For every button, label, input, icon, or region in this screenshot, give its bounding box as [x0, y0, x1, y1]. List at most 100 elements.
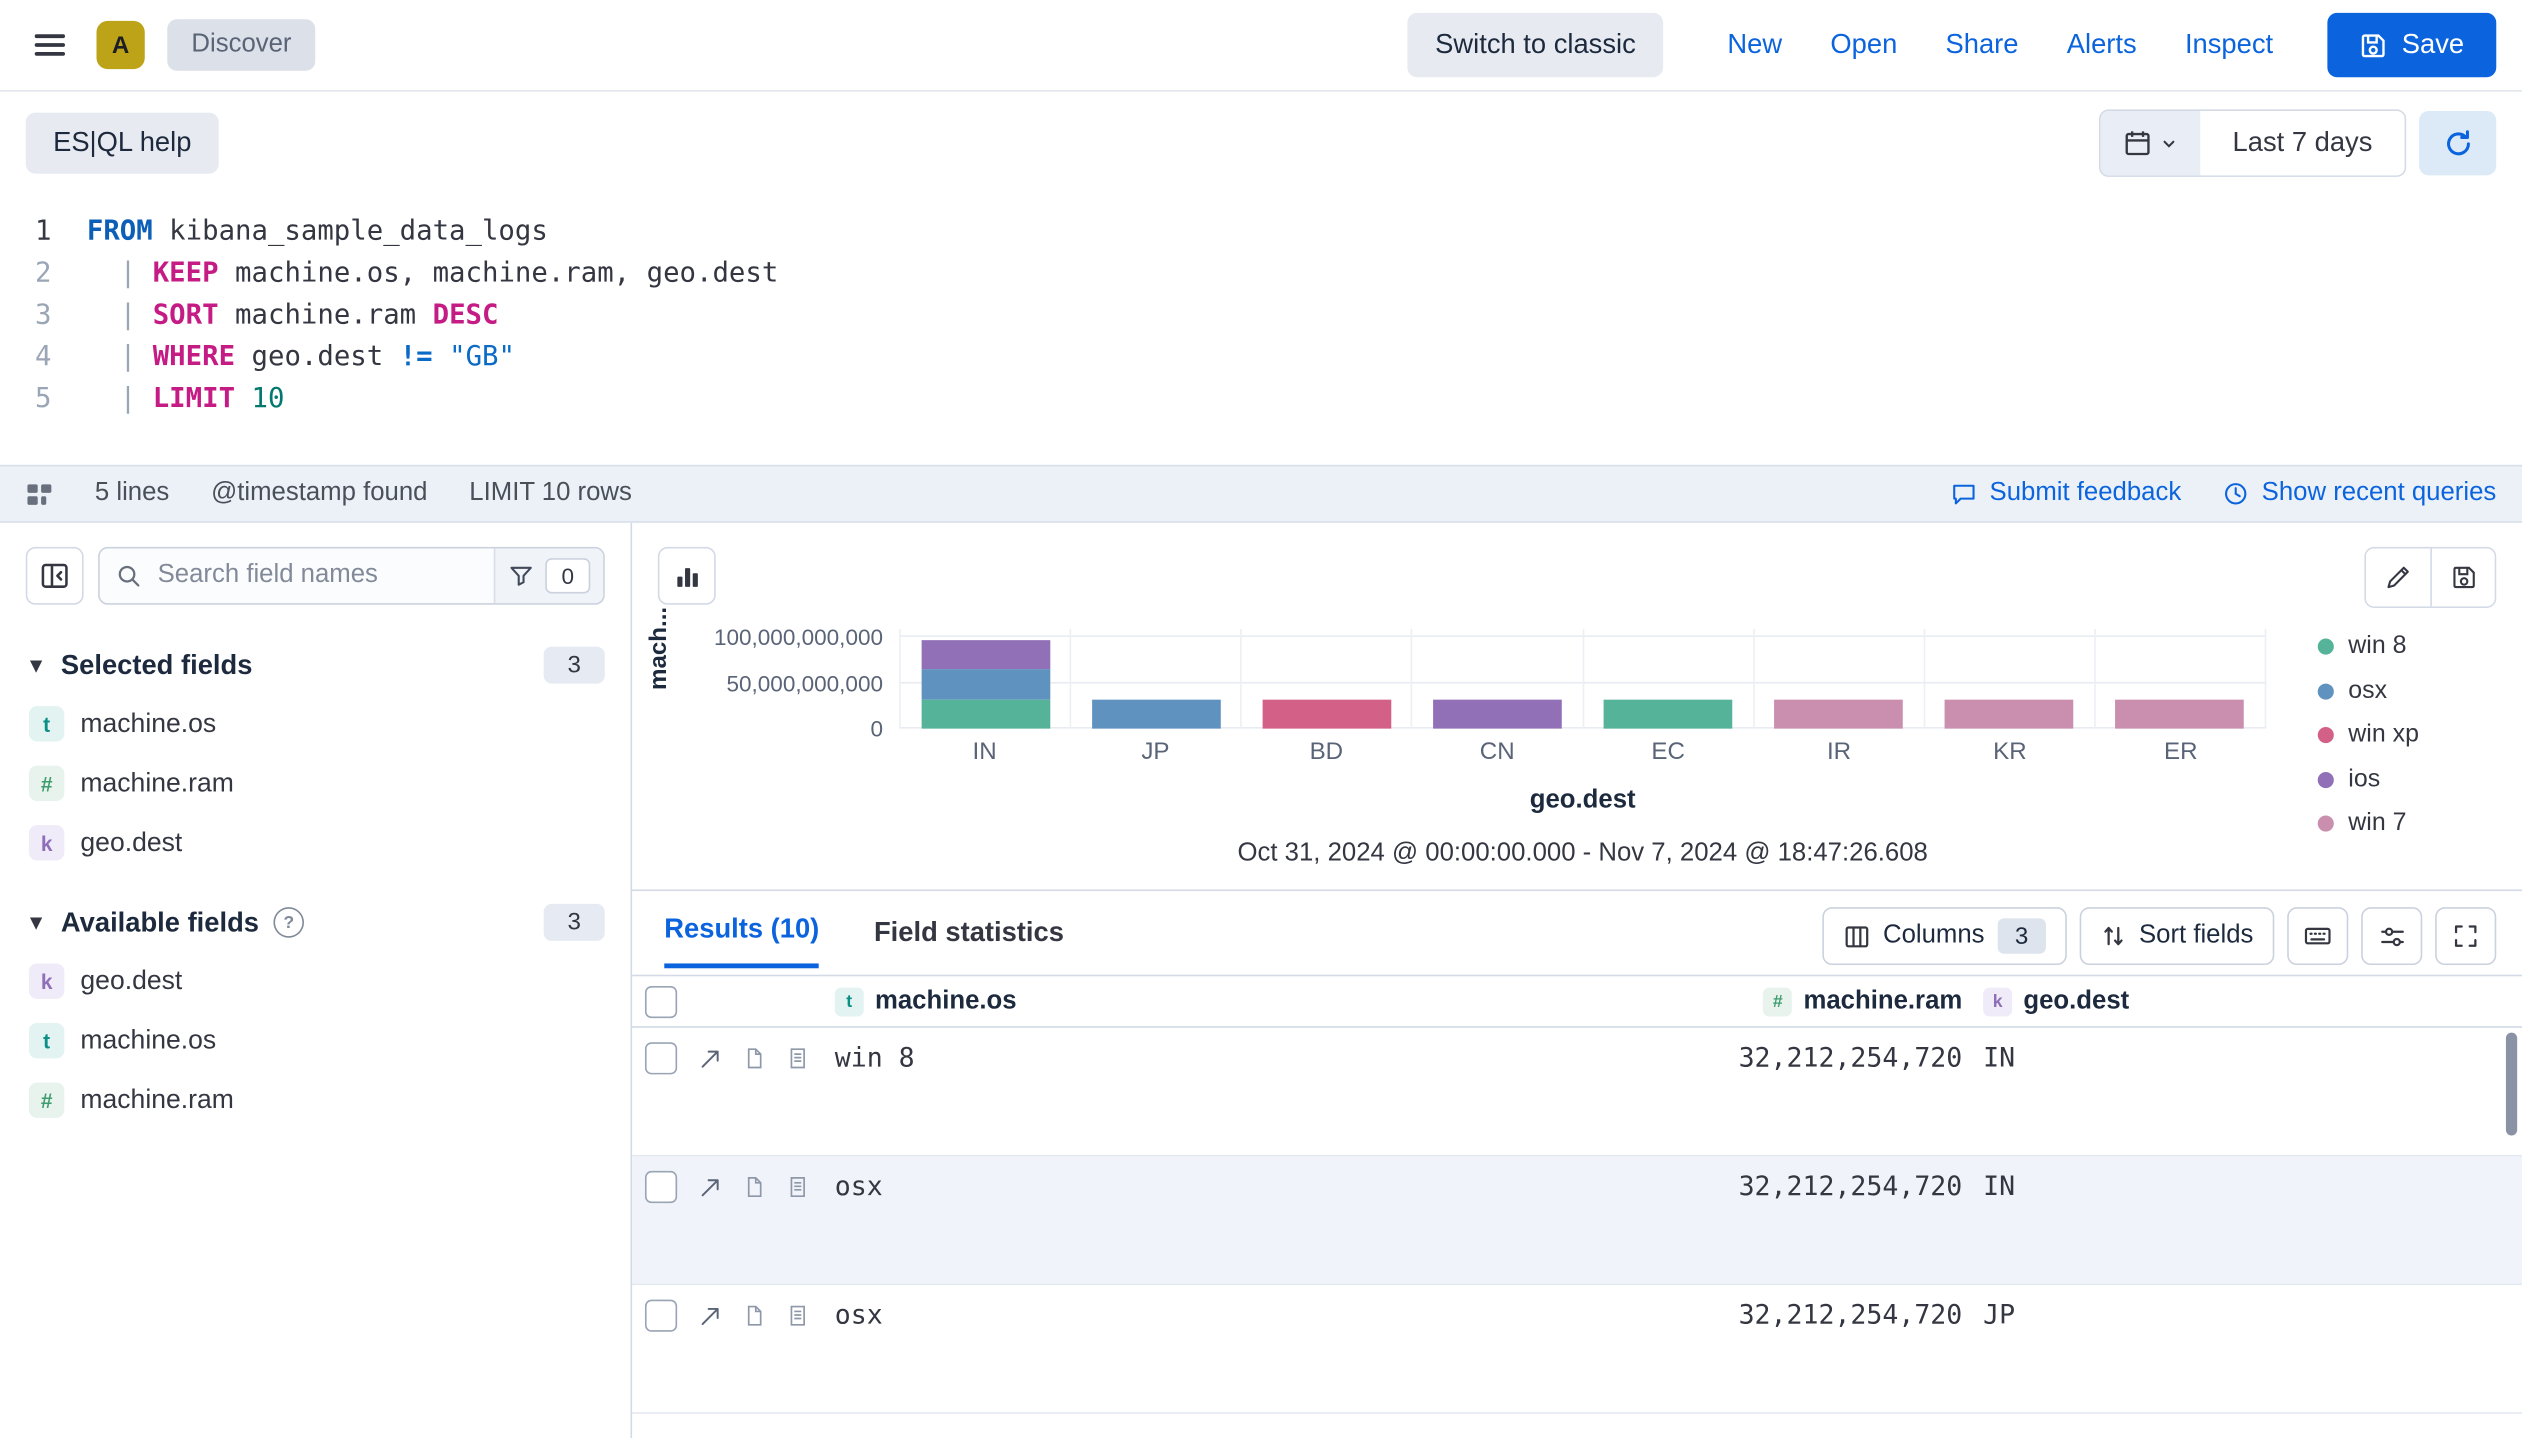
doc-view-icon[interactable]	[787, 1304, 810, 1327]
y-axis-title: mach...	[642, 629, 687, 869]
line-number: 2	[0, 253, 87, 295]
bar-segment-win-8[interactable]	[1604, 699, 1733, 729]
bar-CN[interactable]	[1433, 699, 1562, 729]
avatar[interactable]: A	[97, 21, 145, 69]
doc-view-icon[interactable]	[787, 1047, 810, 1070]
selected-fields-header[interactable]: ▼ Selected fields 3	[26, 647, 605, 684]
doc-inspect-icon[interactable]	[743, 1047, 766, 1070]
filter-count-badge: 0	[545, 558, 590, 593]
tab-results[interactable]: Results (10)	[664, 914, 819, 969]
code-keyword: KEEP	[153, 253, 219, 295]
search-field-names-input[interactable]	[154, 560, 493, 592]
doc-inspect-icon[interactable]	[743, 1176, 766, 1199]
table-header-row: t machine.os # machine.ram k geo.dest	[632, 975, 2522, 1028]
bar-segment-ios[interactable]	[921, 640, 1050, 670]
code-pipe: |	[87, 378, 153, 420]
new-link[interactable]: New	[1727, 29, 1782, 61]
alerts-link[interactable]: Alerts	[2067, 29, 2137, 61]
bar-ER[interactable]	[2116, 699, 2245, 729]
column-header-machine-ram[interactable]: machine.ram	[1803, 987, 1962, 1016]
columns-button[interactable]: Columns 3	[1822, 907, 2067, 965]
y-axis-title-text: mach...	[645, 607, 672, 690]
collapse-sidebar-button[interactable]	[26, 547, 84, 605]
bar-segment-win-xp[interactable]	[1262, 699, 1391, 729]
field-item-machine-ram[interactable]: # machine.ram	[26, 1081, 605, 1120]
doc-inspect-icon[interactable]	[743, 1304, 766, 1327]
select-all-checkbox[interactable]	[645, 985, 677, 1017]
share-link[interactable]: Share	[1946, 29, 2019, 61]
switch-to-classic-button[interactable]: Switch to classic	[1408, 13, 1663, 77]
edit-visualization-button[interactable]	[2366, 548, 2430, 606]
save-visualization-button[interactable]	[2430, 548, 2494, 606]
esql-editor[interactable]: 1FROM kibana_sample_data_logs 2 | KEEP m…	[0, 195, 2522, 465]
field-item-machine-ram[interactable]: # machine.ram	[26, 764, 605, 803]
expand-row-icon[interactable]	[698, 1046, 722, 1070]
column-header-geo-dest[interactable]: geo.dest	[2023, 987, 2129, 1016]
column-header-machine-os[interactable]: machine.os	[875, 987, 1017, 1016]
help-icon[interactable]: ?	[273, 907, 304, 938]
doc-view-icon[interactable]	[787, 1176, 810, 1199]
refresh-button[interactable]	[2419, 111, 2496, 175]
tab-field-statistics[interactable]: Field statistics	[874, 916, 1064, 966]
open-link[interactable]: Open	[1830, 29, 1897, 61]
field-item-geo-dest[interactable]: k geo.dest	[26, 824, 605, 863]
legend-item-osx[interactable]: osx ⋮	[2318, 676, 2522, 705]
columns-count-badge: 3	[1997, 918, 2045, 953]
date-picker-calendar-button[interactable]	[2101, 111, 2201, 175]
legend-label: win 7	[2348, 809, 2406, 838]
chart-x-labels: INJPBDCNECIRKRER	[899, 738, 2266, 765]
bar-KR[interactable]	[1945, 699, 2074, 729]
fullscreen-button[interactable]	[2435, 907, 2496, 965]
submit-feedback-link[interactable]: Submit feedback	[1951, 479, 2181, 508]
bar-segment-win-7[interactable]	[1945, 699, 2074, 729]
bar-IN[interactable]	[921, 640, 1050, 729]
cell-geo-dest: IN	[1983, 1042, 2015, 1073]
legend-item-win8[interactable]: win 8 ⋮	[2318, 632, 2522, 661]
legend-label: win xp	[2348, 721, 2419, 750]
bar-BD[interactable]	[1262, 699, 1391, 729]
row-checkbox[interactable]	[645, 1171, 677, 1203]
inspect-link[interactable]: Inspect	[2185, 29, 2273, 61]
collapse-panel-icon	[40, 561, 69, 590]
legend-item-ios[interactable]: ios ⋮	[2318, 765, 2522, 794]
header-actions: Switch to classic New Open Share Alerts …	[1408, 13, 2496, 77]
number-field-icon: #	[29, 766, 64, 801]
bar-segment-osx[interactable]	[1092, 699, 1221, 729]
code-text: machine.ram	[219, 294, 433, 336]
chart-type-button[interactable]	[658, 547, 716, 605]
vertical-scrollbar[interactable]	[2506, 1033, 2517, 1136]
save-button[interactable]: Save	[2328, 13, 2496, 77]
x-axis-tick-label: KR	[1924, 738, 2095, 765]
row-checkbox[interactable]	[645, 1300, 677, 1332]
bar-segment-ios[interactable]	[1433, 699, 1562, 729]
legend-item-winxp[interactable]: win xp ⋮	[2318, 721, 2522, 750]
display-options-button[interactable]	[2361, 907, 2422, 965]
bar-IR[interactable]	[1774, 699, 1903, 729]
legend-item-win7[interactable]: win 7 ⋮	[2318, 809, 2522, 838]
code-keyword: FROM	[87, 211, 153, 253]
field-item-machine-os[interactable]: t machine.os	[26, 1021, 605, 1060]
field-item-machine-os[interactable]: t machine.os	[26, 704, 605, 743]
bar-segment-win-8[interactable]	[921, 699, 1050, 729]
bar-segment-osx[interactable]	[921, 670, 1050, 700]
keyboard-shortcuts-button[interactable]	[2287, 907, 2348, 965]
y-tick-label: 50,000,000,000	[726, 670, 883, 696]
row-checkbox[interactable]	[645, 1042, 677, 1074]
bar-JP[interactable]	[1092, 699, 1221, 729]
breadcrumb-discover[interactable]: Discover	[167, 19, 315, 70]
bar-EC[interactable]	[1604, 699, 1733, 729]
bar-segment-win-7[interactable]	[1774, 699, 1903, 729]
show-recent-queries-link[interactable]: Show recent queries	[2223, 479, 2496, 508]
esql-help-button[interactable]: ES|QL help	[26, 113, 219, 174]
field-filter-button[interactable]: 0	[494, 548, 603, 603]
time-range-button[interactable]: Last 7 days	[2200, 111, 2404, 175]
expand-row-icon[interactable]	[698, 1175, 722, 1199]
sort-fields-button[interactable]: Sort fields	[2079, 907, 2274, 965]
expand-row-icon[interactable]	[698, 1304, 722, 1328]
limit-status: LIMIT 10 rows	[469, 479, 632, 508]
available-fields-header[interactable]: ▼ Available fields ? 3	[26, 904, 605, 941]
bar-segment-win-7[interactable]	[2116, 699, 2245, 729]
text-field-icon: t	[29, 706, 64, 741]
menu-icon[interactable]	[26, 21, 74, 69]
field-item-geo-dest[interactable]: k geo.dest	[26, 962, 605, 1001]
